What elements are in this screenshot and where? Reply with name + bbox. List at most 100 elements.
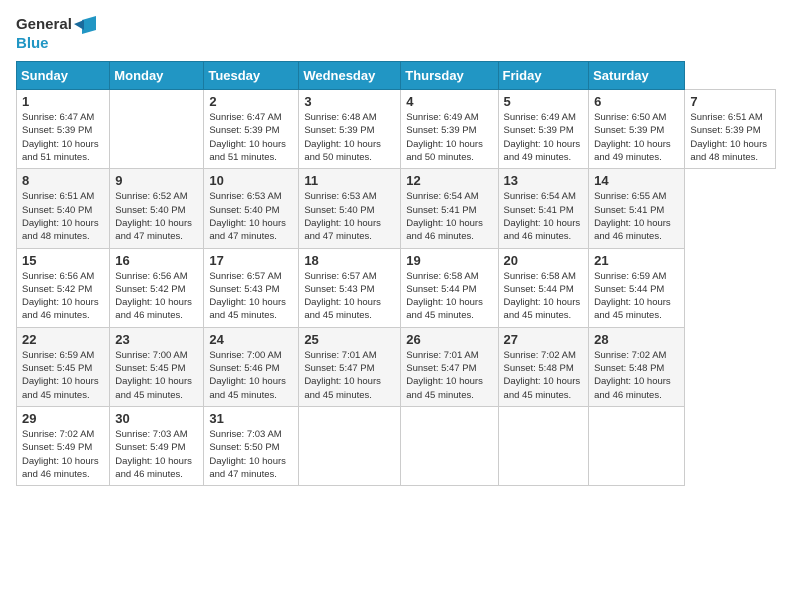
day-detail: Sunrise: 6:55 AMSunset: 5:41 PMDaylight:… [594,190,679,243]
calendar-day-26: 26Sunrise: 7:01 AMSunset: 5:47 PMDayligh… [401,327,498,406]
day-detail: Sunrise: 6:47 AMSunset: 5:39 PMDaylight:… [209,111,293,164]
calendar-day-2: 2 Sunrise: 6:47 AMSunset: 5:39 PMDaylight… [204,90,299,169]
day-number: 27 [504,332,584,347]
day-number: 29 [22,411,104,426]
day-detail: Sunrise: 6:52 AMSunset: 5:40 PMDaylight:… [115,190,198,243]
day-detail: Sunrise: 6:56 AMSunset: 5:42 PMDaylight:… [22,270,104,323]
day-detail: Sunrise: 7:02 AMSunset: 5:48 PMDaylight:… [594,349,679,402]
weekday-header-tuesday: Tuesday [204,62,299,90]
day-detail: Sunrise: 7:02 AMSunset: 5:48 PMDaylight:… [504,349,584,402]
calendar-day-16: 16 Sunrise: 6:56 AMSunset: 5:42 PMDayligh… [110,248,204,327]
empty-cell [498,406,589,485]
empty-cell [110,90,204,169]
day-detail: Sunrise: 7:02 AMSunset: 5:49 PMDaylight:… [22,428,104,481]
day-detail: Sunrise: 7:03 AMSunset: 5:50 PMDaylight:… [209,428,293,481]
calendar-day-13: 13 Sunrise: 6:54 AMSunset: 5:41 PMDayligh… [498,169,589,248]
day-detail: Sunrise: 6:59 AMSunset: 5:44 PMDaylight:… [594,270,679,323]
empty-cell [401,406,498,485]
calendar-week-5: 29 Sunrise: 7:02 AMSunset: 5:49 PMDayligh… [17,406,776,485]
logo: General Blue [16,16,96,53]
calendar-day-8: 8Sunrise: 6:51 AMSunset: 5:40 PMDaylight… [17,169,110,248]
day-number: 28 [594,332,679,347]
day-number: 21 [594,253,679,268]
calendar-day-4: 4Sunrise: 6:49 AMSunset: 5:39 PMDaylight… [401,90,498,169]
day-number: 10 [209,173,293,188]
weekday-header-thursday: Thursday [401,62,498,90]
day-number: 15 [22,253,104,268]
calendar-day-9: 9 Sunrise: 6:52 AMSunset: 5:40 PMDaylight… [110,169,204,248]
calendar-day-12: 12 Sunrise: 6:54 AMSunset: 5:41 PMDayligh… [401,169,498,248]
day-detail: Sunrise: 6:47 AMSunset: 5:39 PMDaylight:… [22,111,104,164]
weekday-header-sunday: Sunday [17,62,110,90]
day-detail: Sunrise: 6:48 AMSunset: 5:39 PMDaylight:… [304,111,395,164]
calendar-day-18: 18Sunrise: 6:57 AMSunset: 5:43 PMDayligh… [299,248,401,327]
day-detail: Sunrise: 6:50 AMSunset: 5:39 PMDaylight:… [594,111,679,164]
page-header: General Blue [16,16,776,53]
calendar-day-15: 15 Sunrise: 6:56 AMSunset: 5:42 PMDayligh… [17,248,110,327]
logo-bird-icon [74,16,96,34]
calendar-day-24: 24 Sunrise: 7:00 AMSunset: 5:46 PMDayligh… [204,327,299,406]
calendar-week-1: 1 Sunrise: 6:47 AMSunset: 5:39 PMDaylight… [17,90,776,169]
day-number: 7 [690,94,770,109]
calendar-day-29: 29 Sunrise: 7:02 AMSunset: 5:49 PMDayligh… [17,406,110,485]
calendar-week-4: 22Sunrise: 6:59 AMSunset: 5:45 PMDayligh… [17,327,776,406]
weekday-header-row: SundayMondayTuesdayWednesdayThursdayFrid… [17,62,776,90]
calendar-day-19: 19Sunrise: 6:58 AMSunset: 5:44 PMDayligh… [401,248,498,327]
day-detail: Sunrise: 7:00 AMSunset: 5:46 PMDaylight:… [209,349,293,402]
calendar-day-31: 31 Sunrise: 7:03 AMSunset: 5:50 PMDayligh… [204,406,299,485]
day-detail: Sunrise: 6:51 AMSunset: 5:40 PMDaylight:… [22,190,104,243]
day-detail: Sunrise: 6:51 AMSunset: 5:39 PMDaylight:… [690,111,770,164]
day-number: 19 [406,253,492,268]
calendar-day-28: 28 Sunrise: 7:02 AMSunset: 5:48 PMDayligh… [589,327,685,406]
calendar-day-1: 1 Sunrise: 6:47 AMSunset: 5:39 PMDaylight… [17,90,110,169]
day-number: 23 [115,332,198,347]
day-detail: Sunrise: 6:57 AMSunset: 5:43 PMDaylight:… [209,270,293,323]
day-number: 17 [209,253,293,268]
day-number: 2 [209,94,293,109]
day-number: 31 [209,411,293,426]
day-number: 11 [304,173,395,188]
calendar-day-5: 5 Sunrise: 6:49 AMSunset: 5:39 PMDaylight… [498,90,589,169]
calendar-day-27: 27 Sunrise: 7:02 AMSunset: 5:48 PMDayligh… [498,327,589,406]
calendar-day-22: 22Sunrise: 6:59 AMSunset: 5:45 PMDayligh… [17,327,110,406]
day-number: 20 [504,253,584,268]
calendar-day-25: 25 Sunrise: 7:01 AMSunset: 5:47 PMDayligh… [299,327,401,406]
calendar-day-14: 14Sunrise: 6:55 AMSunset: 5:41 PMDayligh… [589,169,685,248]
day-detail: Sunrise: 7:01 AMSunset: 5:47 PMDaylight:… [304,349,395,402]
calendar-day-3: 3 Sunrise: 6:48 AMSunset: 5:39 PMDaylight… [299,90,401,169]
day-number: 18 [304,253,395,268]
day-number: 16 [115,253,198,268]
calendar-week-2: 8Sunrise: 6:51 AMSunset: 5:40 PMDaylight… [17,169,776,248]
weekday-header-saturday: Saturday [589,62,685,90]
day-detail: Sunrise: 6:56 AMSunset: 5:42 PMDaylight:… [115,270,198,323]
day-number: 3 [304,94,395,109]
day-detail: Sunrise: 7:01 AMSunset: 5:47 PMDaylight:… [406,349,492,402]
calendar-day-6: 6 Sunrise: 6:50 AMSunset: 5:39 PMDaylight… [589,90,685,169]
day-detail: Sunrise: 6:54 AMSunset: 5:41 PMDaylight:… [406,190,492,243]
calendar-day-11: 11 Sunrise: 6:53 AMSunset: 5:40 PMDayligh… [299,169,401,248]
logo-text: General Blue [16,16,96,53]
day-number: 13 [504,173,584,188]
day-detail: Sunrise: 6:54 AMSunset: 5:41 PMDaylight:… [504,190,584,243]
calendar-day-23: 23Sunrise: 7:00 AMSunset: 5:45 PMDayligh… [110,327,204,406]
day-detail: Sunrise: 6:53 AMSunset: 5:40 PMDaylight:… [209,190,293,243]
day-detail: Sunrise: 6:49 AMSunset: 5:39 PMDaylight:… [504,111,584,164]
calendar-day-7: 7 Sunrise: 6:51 AMSunset: 5:39 PMDaylight… [685,90,776,169]
day-number: 1 [22,94,104,109]
weekday-header-wednesday: Wednesday [299,62,401,90]
day-number: 24 [209,332,293,347]
calendar-day-17: 17 Sunrise: 6:57 AMSunset: 5:43 PMDayligh… [204,248,299,327]
day-number: 30 [115,411,198,426]
day-number: 5 [504,94,584,109]
day-number: 22 [22,332,104,347]
weekday-header-monday: Monday [110,62,204,90]
day-detail: Sunrise: 6:53 AMSunset: 5:40 PMDaylight:… [304,190,395,243]
day-number: 9 [115,173,198,188]
day-detail: Sunrise: 7:03 AMSunset: 5:49 PMDaylight:… [115,428,198,481]
day-number: 12 [406,173,492,188]
weekday-header-friday: Friday [498,62,589,90]
calendar-day-20: 20 Sunrise: 6:58 AMSunset: 5:44 PMDayligh… [498,248,589,327]
day-detail: Sunrise: 6:58 AMSunset: 5:44 PMDaylight:… [504,270,584,323]
day-number: 25 [304,332,395,347]
day-number: 6 [594,94,679,109]
